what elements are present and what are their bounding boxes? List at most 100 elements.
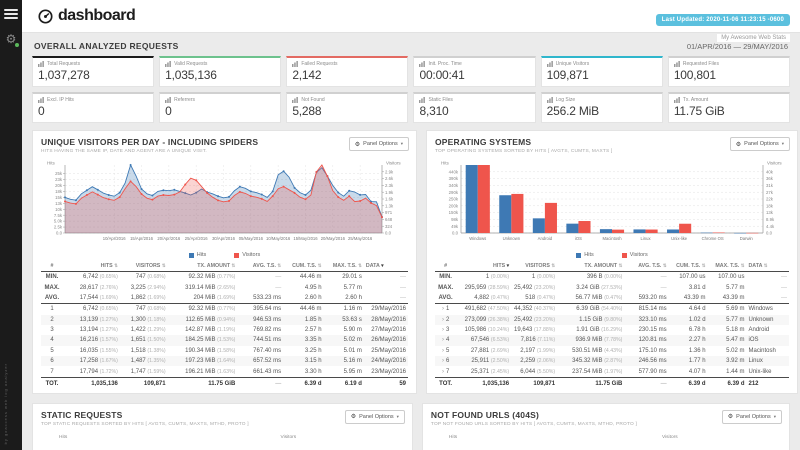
svg-text:0.0: 0.0 [385,231,392,236]
svg-text:440k: 440k [449,169,459,174]
table-row[interactable]: ›1491,682 (47.50%)44,352 (40.37%)6.39 Gi… [435,304,789,315]
row-expander-icon[interactable]: › [442,358,444,364]
panel-options-button[interactable]: ⚙ Panel Options ▾ [345,410,405,424]
svg-text:2.3k: 2.3k [385,183,394,188]
percent-value: (2.69%) [491,348,509,354]
percent-value: (2.94%) [147,285,165,291]
column-header-max-t-s-[interactable]: MAX. T.S. ⇅ [708,261,747,272]
percent-value: (5.50%) [537,369,555,375]
column-header-visitors[interactable]: VISITORS ⇅ [511,261,557,272]
metric-card: Tx. Amount11.75 GiB [668,92,790,123]
row-expander-icon[interactable]: › [442,317,444,323]
percent-value: (0.47%) [604,295,622,301]
metric-value: 109,871 [547,68,657,82]
percent-value: (1.18%) [147,317,165,323]
metric-label: Tx. Amount [674,97,784,103]
table-row[interactable]: ›2273,099 (26.38%)25,492 (23.20%)1.15 Gi… [435,315,789,325]
row-expander-icon[interactable]: › [442,337,444,343]
row-expander-icon[interactable]: › [442,369,444,375]
svg-text:13k: 13k [55,201,63,206]
percent-value: (2.65%) [217,285,235,291]
chart-area-cropped: Hits Visitors [41,435,404,450]
metric-value: 256.2 MiB [547,104,657,118]
axis-label-hits: Hits [449,435,457,440]
percent-value: (0.00%) [537,274,555,280]
legend-item-hits[interactable]: Hits [576,252,593,258]
panel-options-label: Panel Options [736,414,771,420]
svg-text:1.3k: 1.3k [385,203,394,208]
svg-text:7.5k: 7.5k [54,213,63,218]
column-header-hits[interactable]: HITS ▾ [456,261,511,272]
metric-label: Static Files [419,97,529,103]
column-header-avg-t-s-[interactable]: AVG. T.S. ⇅ [624,261,668,272]
column-header-avg-t-s-[interactable]: AVG. T.S. ⇅ [237,261,283,272]
row-expander-icon[interactable]: › [442,327,444,333]
percent-value: (7.11%) [537,337,555,343]
svg-text:13k: 13k [766,210,774,215]
chart-area-cropped: Hits Visitors [431,435,781,450]
brand: dashboard [38,7,135,25]
chart-legend: Hits Visitors [435,252,789,258]
table-row[interactable]: ›625,911 (2.50%)2,259 (2.06%)345.32 MiB … [435,356,789,366]
bar-chart-icon [674,97,680,103]
table-row[interactable]: ›467,546 (6.53%)7,816 (7.11%)936.9 MiB (… [435,335,789,345]
svg-text:18k: 18k [766,203,774,208]
percent-value: (17.88%) [534,327,555,333]
percent-value: (6.53%) [491,337,509,343]
svg-text:10k: 10k [55,207,63,212]
column-header-data[interactable]: DATA ⇅ [746,261,789,272]
percent-value: (0.94%) [217,317,235,323]
svg-text:0.0: 0.0 [452,231,459,236]
panel-options-button[interactable]: ⚙ Panel Options ▾ [730,137,790,151]
table-row[interactable]: ›725,371 (2.45%)6,044 (5.50%)237.54 MiB … [435,366,789,377]
percent-value: (1.55%) [100,348,118,354]
gear-icon: ⚙ [351,413,356,420]
column-header-tx-amount[interactable]: TX. AMOUNT ⇅ [557,261,624,272]
svg-text:05/May/2016: 05/May/2016 [239,236,264,241]
svg-text:150k: 150k [449,210,459,215]
stats-table: #HITS ⇅VISITORS ⇅TX. AMOUNT ⇅AVG. T.S. ⇅… [41,261,408,389]
legend-item-visitors[interactable]: Visitors [622,252,648,258]
metric-label: Failed Requests [292,61,402,67]
table-row[interactable]: ›3105,986 (10.24%)19,643 (17.88%)1.91 Gi… [435,325,789,335]
svg-text:30/Apr/2016: 30/Apr/2016 [212,236,235,241]
app-title: dashboard [58,7,135,25]
legend-item-hits[interactable]: Hits [189,252,206,258]
column-header-max-t-s-[interactable]: MAX. T.S. ⇅ [324,261,364,272]
table-row: 416,216 (1.57%)1,651 (1.50%)184.25 MiB (… [41,335,408,345]
percent-value: (1.27%) [100,327,118,333]
svg-text:290k: 290k [449,190,459,195]
column-header-visitors[interactable]: VISITORS ⇅ [120,261,168,272]
column-header-cum-t-s-[interactable]: CUM. T.S. ⇅ [283,261,323,272]
main-content: OVERALL ANALYZED REQUESTS 01/APR/2016 — … [22,33,800,450]
metric-value: 00:00:41 [419,68,529,82]
column-header-hits[interactable]: HITS ⇅ [63,261,120,272]
summary-row: MAX.28,617 (2.76%)3,225 (2.94%)319.14 Mi… [41,282,408,292]
column-header-data[interactable]: DATA ▾ [364,261,408,272]
site-name: My Awesome Web Stats [717,34,790,42]
legend-label: Hits [584,252,593,258]
legend-item-visitors[interactable]: Visitors [234,252,260,258]
menu-toggle-icon[interactable] [4,9,18,19]
percent-value: (4.43%) [604,348,622,354]
svg-text:10/May/2016: 10/May/2016 [266,236,291,241]
percent-value: (1.57%) [100,337,118,343]
row-expander-icon[interactable]: › [442,348,444,354]
table-row[interactable]: ›527,881 (2.69%)2,197 (1.99%)530.51 MiB … [435,346,789,356]
summary-row: MIN.6,742 (0.65%)747 (0.68%)92.32 MiB (0… [41,272,408,283]
metric-label: Init. Proc. Time [419,61,529,67]
column-header-tx-amount[interactable]: TX. AMOUNT ⇅ [168,261,238,272]
svg-text:Chrome OS: Chrome OS [702,236,724,241]
bar-chart-icon [165,61,171,67]
total-row: TOT.1,035,136109,87111.75 GiB—6.39 d6.39… [435,377,789,389]
metric-value: 2,142 [292,68,402,82]
panel-options-button[interactable]: ⚙ Panel Options ▾ [722,410,782,424]
row-expander-icon[interactable]: › [442,306,444,312]
svg-text:23k: 23k [55,177,63,182]
bar-chart-icon [419,61,425,67]
svg-text:250k: 250k [449,197,459,202]
panel-options-button[interactable]: ⚙ Panel Options ▾ [349,137,409,151]
table-row: 213,139 (1.27%)1,300 (1.18%)112.65 MiB (… [41,315,408,325]
chevron-down-icon: ▾ [401,141,403,147]
column-header-cum-t-s-[interactable]: CUM. T.S. ⇅ [669,261,708,272]
